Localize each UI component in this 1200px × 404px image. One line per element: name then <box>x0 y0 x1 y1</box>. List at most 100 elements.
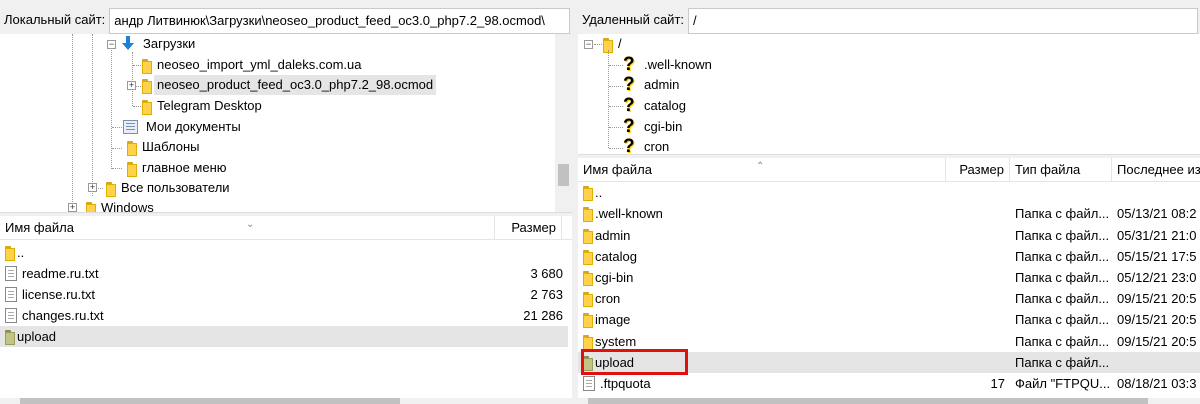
file-name: .ftpquota <box>600 376 651 391</box>
collapse-toggle[interactable]: − <box>107 40 116 49</box>
folder-icon <box>5 246 15 261</box>
unknown-folder-icon: ? <box>623 136 635 155</box>
tree-branch <box>609 86 623 87</box>
list-item[interactable]: .. <box>0 242 572 263</box>
scrollbar-thumb[interactable] <box>588 398 1148 404</box>
file-modified: 05/31/21 21:0 <box>1117 228 1197 243</box>
column-header-size[interactable]: Размер <box>946 158 1010 182</box>
list-item[interactable]: cron Папка с файл... 09/15/21 20:5 <box>578 288 1200 309</box>
tree-node-my-documents[interactable]: Мои документы <box>123 117 244 137</box>
file-name: cron <box>595 291 621 306</box>
file-type: Папка с файл... <box>1015 312 1110 327</box>
tree-branch <box>112 148 122 149</box>
list-item[interactable]: admin Папка с файл... 05/31/21 21:0 <box>578 225 1200 246</box>
scrollbar-thumb[interactable] <box>20 398 400 404</box>
tree-node-downloads[interactable]: Загрузки <box>121 34 198 54</box>
tree-node-well-known[interactable]: ? .well-known <box>623 55 715 75</box>
list-item[interactable]: .ftpquota 17 Файл "FTPQU... 08/18/21 03:… <box>578 373 1200 394</box>
list-item[interactable]: license.ru.txt 2 763 <box>0 284 572 305</box>
unknown-folder-icon: ? <box>623 74 635 95</box>
file-type: Папка с файл... <box>1015 228 1110 243</box>
folder-icon <box>583 229 593 244</box>
tree-node-catalog[interactable]: ? catalog <box>623 96 689 116</box>
file-name: upload <box>17 329 57 344</box>
file-size: 17 <box>990 376 1005 391</box>
column-header-size[interactable]: Размер <box>495 216 562 240</box>
tree-node-main-menu[interactable]: главное меню <box>123 158 230 178</box>
tree-node-label: catalog <box>644 98 686 113</box>
remote-list-hscrollbar[interactable] <box>578 398 1200 404</box>
folder-icon <box>583 313 593 328</box>
tree-node-templates[interactable]: Шаблоны <box>123 137 203 157</box>
column-header-label: Размер <box>511 220 556 235</box>
column-header-modified[interactable]: Последнее изм <box>1112 158 1200 182</box>
tree-branch <box>594 44 602 45</box>
tree-node-admin[interactable]: ? admin <box>623 75 682 95</box>
local-list-header: Имя файла ⌄ Размер <box>0 216 572 240</box>
file-name: .well-known <box>595 206 663 221</box>
list-item[interactable]: image Папка с файл... 09/15/21 20:5 <box>578 309 1200 330</box>
folder-icon <box>106 181 116 197</box>
tree-branch <box>609 106 623 107</box>
expand-toggle[interactable]: + <box>88 183 97 192</box>
expand-toggle[interactable]: + <box>68 203 77 212</box>
local-site-label: Локальный сайт: <box>4 12 106 27</box>
expand-toggle[interactable]: + <box>127 81 136 90</box>
tree-node-label: .well-known <box>644 57 712 72</box>
file-name: changes.ru.txt <box>22 308 104 323</box>
file-size: 2 763 <box>530 287 563 302</box>
file-modified: 09/15/21 20:5 <box>1117 334 1197 349</box>
tree-node-windows[interactable]: Windows <box>84 198 157 212</box>
tree-node-label: Шаблоны <box>142 139 200 154</box>
column-header-type[interactable] <box>562 216 572 240</box>
list-item-selected[interactable]: upload <box>0 326 568 347</box>
column-header-label: Тип файла <box>1015 162 1081 177</box>
folder-icon <box>86 201 96 212</box>
folder-icon <box>583 335 593 350</box>
tree-node-root[interactable]: / <box>603 34 625 54</box>
column-header-name[interactable]: Имя файла ⌄ <box>0 216 495 240</box>
remote-path-input[interactable]: / <box>688 8 1198 34</box>
tree-node-import-yml[interactable]: neoseo_import_yml_daleks.com.ua <box>142 55 365 75</box>
file-type: Папка с файл... <box>1015 355 1110 370</box>
column-header-type[interactable]: Тип файла <box>1010 158 1112 182</box>
list-item[interactable]: changes.ru.txt 21 286 <box>0 305 572 326</box>
tree-node-label: Все пользователи <box>121 180 230 195</box>
list-item[interactable]: .. <box>578 182 1200 203</box>
tree-node-cron[interactable]: ? cron <box>623 136 672 155</box>
column-header-label: Имя файла <box>583 162 652 177</box>
local-tree-scrollbar[interactable] <box>555 34 572 212</box>
file-modified: 05/13/21 08:2 <box>1117 206 1197 221</box>
list-item[interactable]: catalog Папка с файл... 05/15/21 17:5 <box>578 246 1200 267</box>
folder-icon <box>142 58 152 74</box>
tree-node-label: cron <box>644 139 670 154</box>
tree-node-label: Windows <box>101 200 154 212</box>
folder-icon <box>583 292 593 307</box>
file-type: Папка с файл... <box>1015 334 1110 349</box>
list-item[interactable]: cgi-bin Папка с файл... 05/12/21 23:0 <box>578 267 1200 288</box>
sort-caret-icon: ⌃ <box>756 161 765 172</box>
file-name: cgi-bin <box>595 270 634 285</box>
scrollbar-thumb[interactable] <box>558 164 569 186</box>
tree-branch <box>609 127 623 128</box>
list-item[interactable]: .well-known Папка с файл... 05/13/21 08:… <box>578 203 1200 224</box>
local-list-hscrollbar[interactable] <box>0 398 572 404</box>
tree-node-product-feed[interactable]: neoseo_product_feed_oc3.0_php7.2_98.ocmo… <box>142 75 437 95</box>
file-name: .. <box>17 245 25 260</box>
folder-icon <box>142 99 152 115</box>
remote-file-list: Имя файла ⌃ Размер Тип файла Последнее и… <box>578 158 1200 404</box>
tree-node-cgi-bin[interactable]: ? cgi-bin <box>623 117 685 137</box>
tree-branch <box>112 168 122 169</box>
tree-node-telegram[interactable]: Telegram Desktop <box>142 96 265 116</box>
list-item[interactable]: readme.ru.txt 3 680 <box>0 263 572 284</box>
sort-caret-icon: ⌄ <box>246 219 255 230</box>
tree-guide-line <box>111 42 112 169</box>
collapse-toggle[interactable]: − <box>584 40 593 49</box>
folder-icon <box>5 330 15 345</box>
file-name: license.ru.txt <box>22 287 95 302</box>
tree-node-label: Загрузки <box>143 36 196 51</box>
local-path-input[interactable]: андр Литвинюк\Загрузки\neoseo_product_fe… <box>109 8 570 34</box>
file-icon <box>583 376 595 391</box>
column-header-name[interactable]: Имя файла ⌃ <box>578 158 946 182</box>
tree-node-all-users[interactable]: Все пользователи <box>104 178 233 198</box>
